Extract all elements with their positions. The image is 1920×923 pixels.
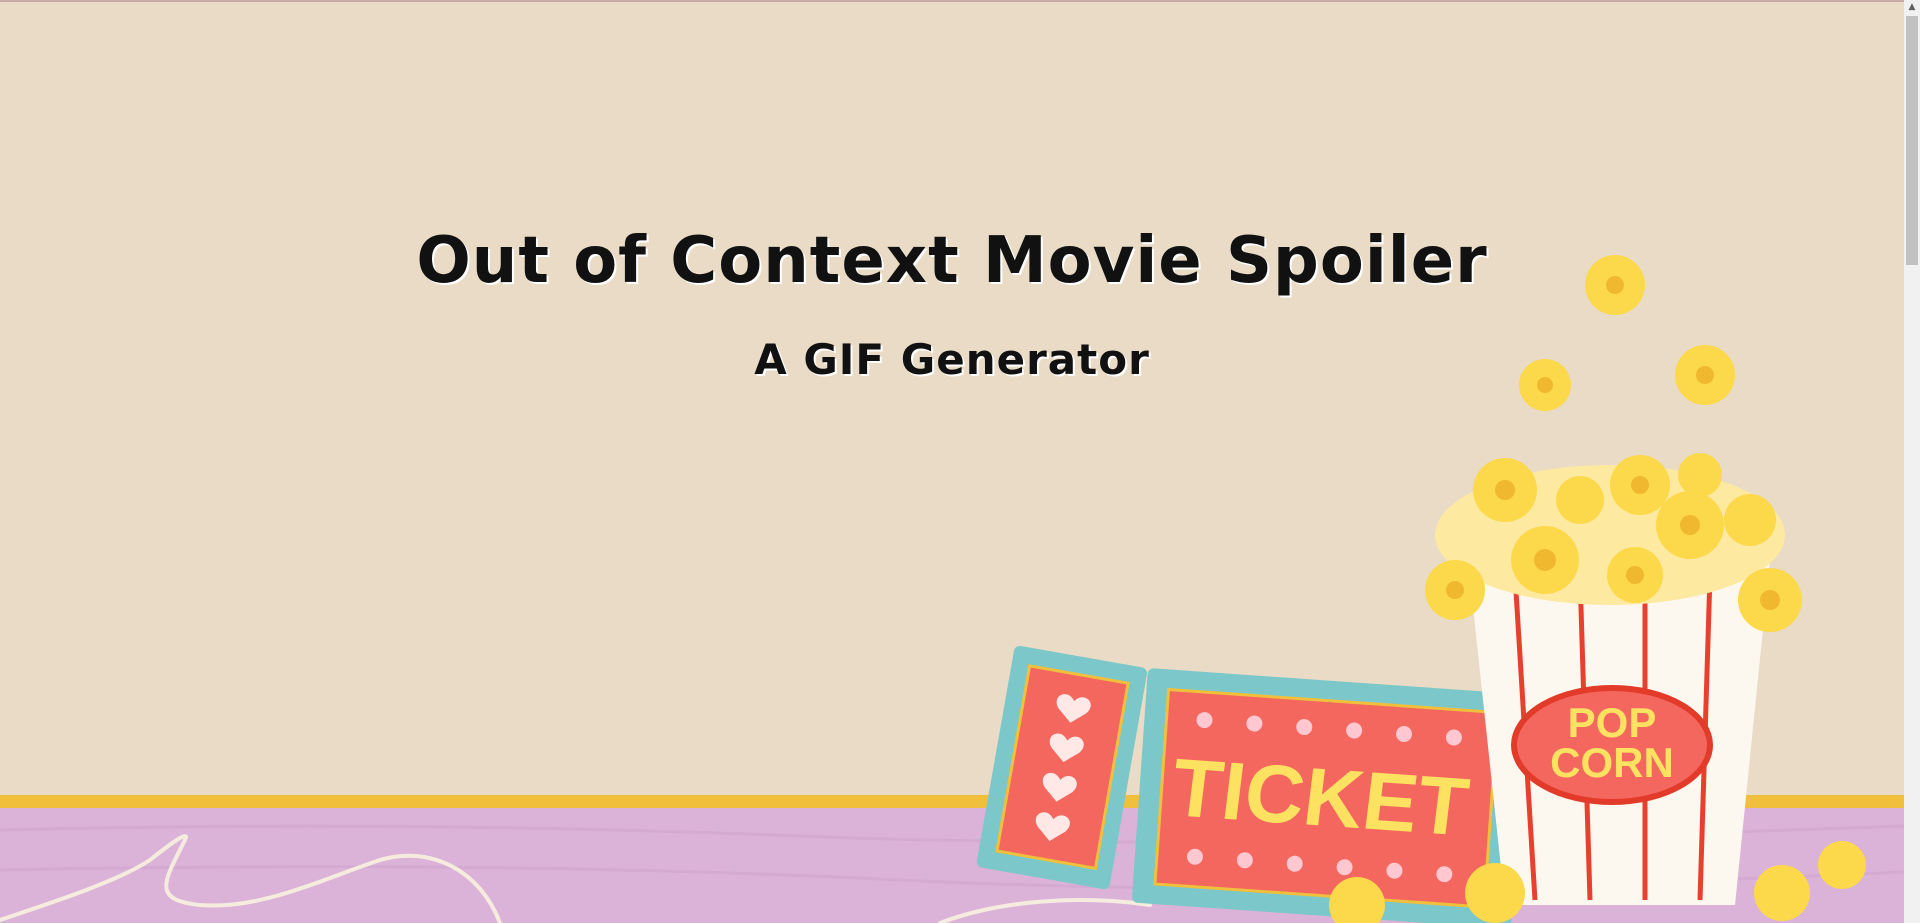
vertical-scrollbar[interactable]: ▲: [1904, 0, 1920, 923]
popcorn-label-line2: CORN: [1550, 739, 1674, 786]
popcorn-bucket: POP CORN: [1468, 560, 1770, 905]
page-viewport: TICKET POP CORN Out of Context Movie Spo…: [0, 0, 1904, 923]
page-subtitle: A GIF Generator: [754, 335, 1150, 384]
chevron-up-icon[interactable]: ▲: [1904, 0, 1920, 14]
top-border: [0, 0, 1904, 2]
movie-night-illustration: TICKET POP CORN: [0, 255, 1904, 923]
page-title: Out of Context Movie Spoiler: [416, 224, 1488, 298]
scrollbar-thumb[interactable]: [1906, 16, 1918, 265]
